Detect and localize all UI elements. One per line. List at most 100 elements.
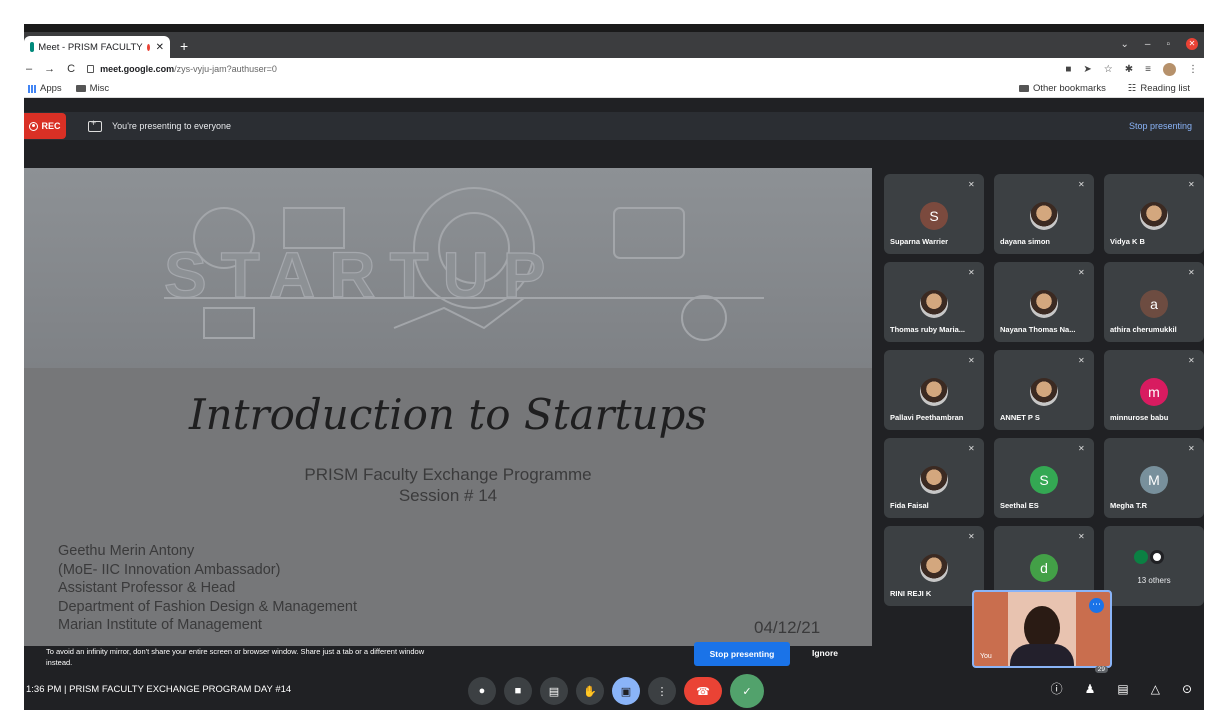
participant-tile[interactable]: ✕ dayana simon [994, 174, 1094, 254]
author-line: Assistant Professor & Head [58, 580, 236, 596]
presenting-bar: REC You're presenting to everyone Stop p… [24, 112, 1204, 140]
avatar: d [1030, 554, 1058, 582]
participant-name: Seethal ES [1000, 501, 1039, 510]
participant-name: dayana simon [1000, 237, 1051, 246]
bookmark-other[interactable]: Other bookmarks [1018, 83, 1106, 94]
avatar [920, 290, 948, 318]
avatar [1030, 378, 1058, 406]
present-screen-icon [88, 118, 102, 132]
captions-icon[interactable]: ▤ [540, 677, 568, 705]
participant-tile[interactable]: ✕ Fida Faisal [884, 438, 984, 518]
mic-off-icon: ✕ [1188, 444, 1195, 453]
record-icon [29, 121, 39, 131]
bookmarks-right: Other bookmarks ☷ Reading list [1015, 83, 1200, 94]
participant-tile[interactable]: ✕ S Seethal ES [994, 438, 1094, 518]
present-now-icon[interactable]: ▣ [612, 677, 640, 705]
presented-slide: STARTUP Introduction to Startups PRISM F… [24, 168, 872, 646]
restore-icon[interactable]: ▫ [1166, 39, 1170, 50]
info-icon[interactable]: ⓘ [1051, 680, 1063, 697]
avatar: S [1030, 466, 1058, 494]
others-tile[interactable]: 13 others [1104, 526, 1204, 606]
self-label: You [980, 653, 992, 660]
stop-presenting-button[interactable]: Stop presenting [694, 642, 790, 666]
participant-tile[interactable]: ✕ M Megha T.R [1104, 438, 1204, 518]
chat-icon[interactable]: ▤ [1117, 682, 1128, 696]
recording-dot-icon [146, 43, 150, 51]
raise-hand-icon[interactable]: ✋ [576, 677, 604, 705]
avatar [1030, 202, 1058, 230]
tab-meet[interactable]: Meet - PRISM FACULTY ✕ [24, 36, 170, 58]
stop-presenting-link[interactable]: Stop presenting [1129, 121, 1192, 131]
reload-icon[interactable]: C [67, 63, 75, 75]
avatar [1140, 202, 1168, 230]
mic-off-icon: ✕ [1078, 180, 1085, 189]
participant-tile[interactable]: ✕ a athira cherumukkil [1104, 262, 1204, 342]
participant-name: minnurose babu [1110, 413, 1169, 422]
participant-tile[interactable]: ✕ ANNET P S [994, 350, 1094, 430]
close-tab-icon[interactable]: ✕ [156, 42, 164, 53]
more-options-icon[interactable]: ⋮ [648, 677, 676, 705]
people-icon[interactable]: ♟ [1085, 682, 1096, 696]
back-icon[interactable]: – [26, 63, 32, 75]
participant-tile[interactable]: ✕ RINI REJI K [884, 526, 984, 606]
slide-date: 04/12/21 [754, 618, 821, 637]
ignore-button[interactable]: Ignore [812, 648, 838, 658]
more-options-icon[interactable]: ⋯ [1089, 598, 1104, 613]
meet-area: REC You're presenting to everyone Stop p… [24, 98, 1204, 710]
avatar [1134, 550, 1148, 564]
meeting-info: 1:36 PM | PRISM FACULTY EXCHANGE PROGRAM… [26, 683, 292, 695]
camera-icon[interactable]: ■ [1065, 64, 1071, 75]
self-view[interactable]: You ⋯ [972, 590, 1112, 668]
mic-off-icon: ✕ [1078, 356, 1085, 365]
people-count-badge: 29 [1094, 666, 1108, 673]
startup-watermark: STARTUP [163, 238, 560, 311]
participant-tile[interactable]: ✕ Nayana Thomas Na... [994, 262, 1094, 342]
profile-avatar[interactable] [1163, 62, 1176, 76]
bookmarks-bar: Apps Misc Other bookmarks ☷ Reading list [24, 80, 1204, 98]
avatar: S [920, 202, 948, 230]
mic-off-icon: ✕ [1078, 268, 1085, 277]
rec-badge[interactable]: REC [24, 113, 66, 139]
slide-subtitle-line1: PRISM Faculty Exchange Programme [304, 465, 592, 484]
menu-kebab-icon[interactable]: ⋮ [1188, 64, 1198, 75]
bookmark-apps[interactable]: Apps [28, 83, 62, 94]
participant-tile[interactable]: ✕ m minnurose babu [1104, 350, 1204, 430]
participant-name: Vidya K B [1110, 237, 1145, 246]
camera-toggle-icon[interactable]: ■ [504, 677, 532, 705]
others-label: 13 others [1137, 576, 1171, 585]
bookmark-reading-list[interactable]: ☷ Reading list [1128, 83, 1190, 94]
host-controls-icon[interactable]: ⊙ [1182, 682, 1192, 696]
participant-name: Megha T.R [1110, 501, 1148, 510]
others-avatars [1134, 550, 1164, 564]
mic-off-icon: ✕ [1188, 268, 1195, 277]
mic-icon[interactable]: ● [468, 677, 496, 705]
avatar: M [1140, 466, 1168, 494]
participant-tile[interactable]: ✕ Pallavi Peethambran [884, 350, 984, 430]
activities-icon[interactable]: ✓ [730, 674, 764, 708]
extensions-icon[interactable]: ✱ [1125, 64, 1133, 75]
forward-icon[interactable]: → [44, 63, 55, 75]
mic-off-icon: ✕ [1078, 532, 1085, 541]
mic-off-icon: ✕ [968, 180, 975, 189]
address-bar-icons: ■ ➤ ☆ ✱ ≡ ⋮ [1065, 62, 1198, 76]
presenting-status: You're presenting to everyone [112, 121, 231, 131]
participant-tile[interactable]: ✕ Vidya K B [1104, 174, 1204, 254]
chevron-down-icon[interactable]: ⌄ [1121, 39, 1129, 50]
new-tab-icon[interactable]: + [180, 38, 188, 54]
mic-off-icon: ✕ [1188, 180, 1195, 189]
url-field[interactable]: meet.google.com/zys-vyju-jam?authuser=0 [87, 64, 277, 74]
hang-up-icon[interactable]: ☎ [684, 677, 722, 705]
participant-tile[interactable]: ✕ S Suparna Warrier [884, 174, 984, 254]
author-line: Geethu Merin Antony [58, 543, 195, 559]
star-icon[interactable]: ☆ [1104, 64, 1113, 75]
close-window-icon[interactable]: ✕ [1186, 38, 1198, 50]
reading-list-icon: ☷ [1127, 83, 1137, 94]
minimize-icon[interactable]: – [1145, 39, 1151, 50]
activities-shapes-icon[interactable]: △ [1151, 682, 1160, 696]
reading-mode-icon[interactable]: ≡ [1145, 64, 1151, 75]
bookmark-misc[interactable]: Misc [75, 83, 109, 94]
nav-buttons: – → C [26, 63, 75, 75]
participant-tile[interactable]: ✕ Thomas ruby Maria... [884, 262, 984, 342]
bottom-bar: 1:36 PM | PRISM FACULTY EXCHANGE PROGRAM… [24, 666, 1204, 710]
cast-icon[interactable]: ➤ [1083, 64, 1091, 75]
